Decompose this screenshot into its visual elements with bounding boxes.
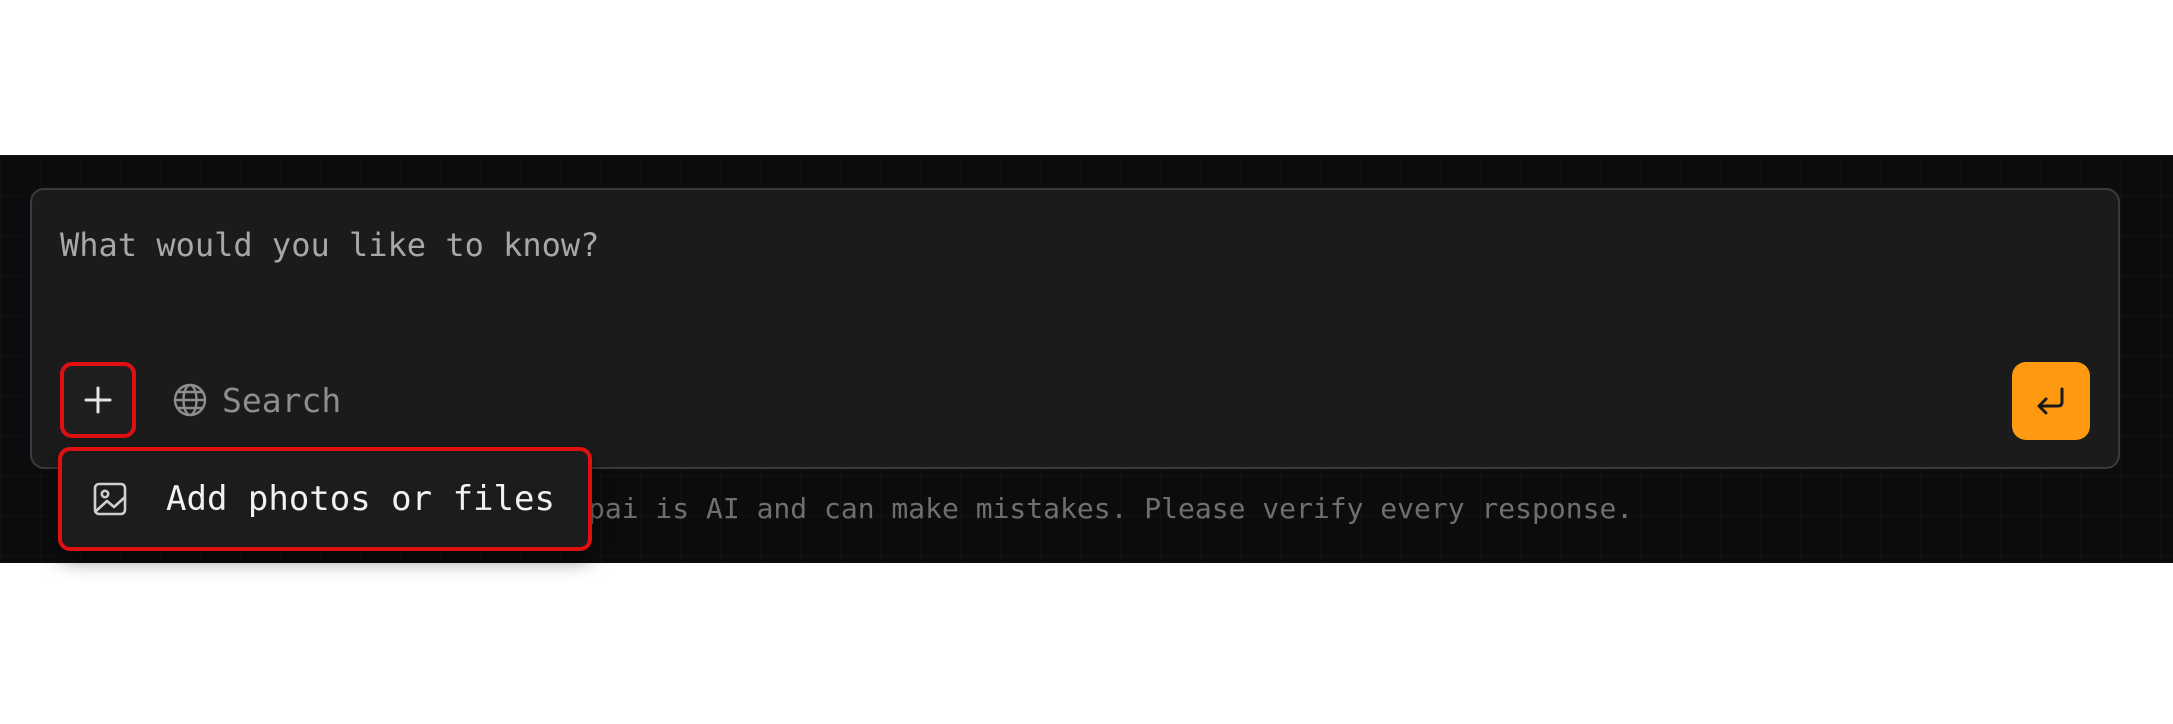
attachment-menu: Add photos or files [58, 447, 592, 551]
prompt-input[interactable] [60, 220, 2060, 270]
ai-disclaimer: pai is AI and can make mistakes. Please … [588, 492, 1634, 525]
enter-return-icon [2033, 383, 2069, 419]
add-attachment-button[interactable] [60, 362, 136, 438]
search-toggle[interactable]: Search [172, 368, 341, 432]
image-icon [92, 481, 128, 517]
screenshot-canvas: Search pai is AI and can make mistakes. … [0, 0, 2173, 724]
send-button[interactable] [2012, 362, 2090, 440]
search-label: Search [222, 380, 342, 420]
menu-item-add-photos-or-files[interactable]: Add photos or files [62, 451, 588, 547]
globe-icon [172, 382, 208, 418]
chat-composer: Search [30, 188, 2120, 469]
menu-item-label: Add photos or files [166, 479, 555, 519]
plus-icon [81, 383, 115, 417]
